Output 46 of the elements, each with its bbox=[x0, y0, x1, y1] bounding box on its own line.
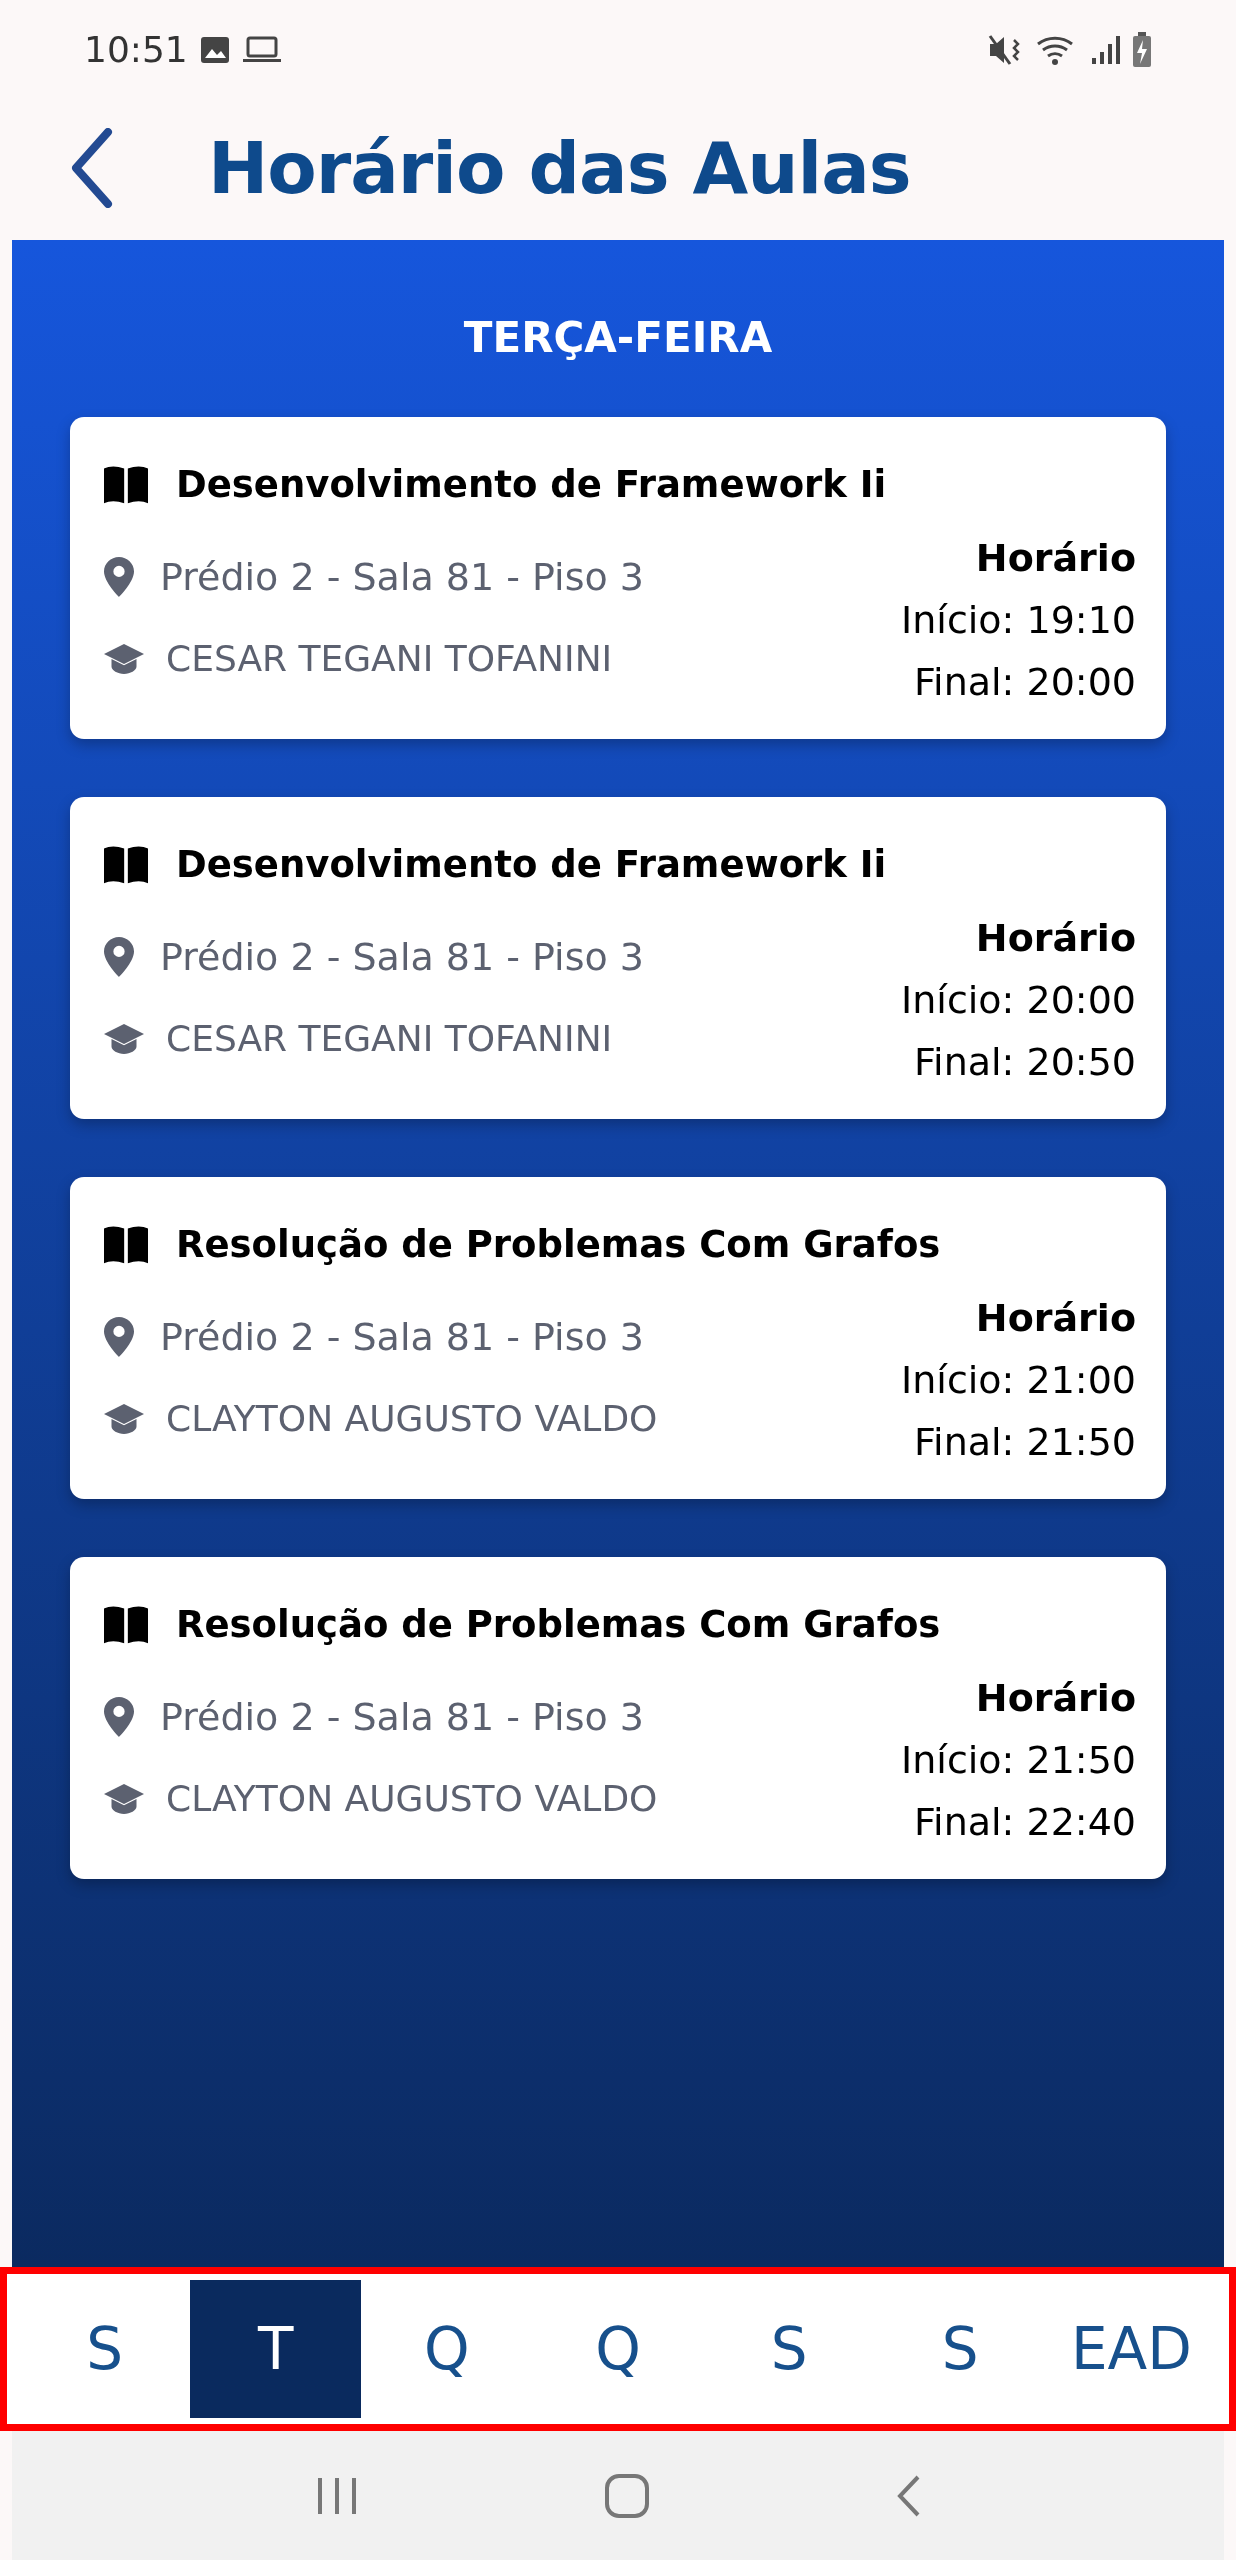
graduation-cap-icon bbox=[104, 1782, 144, 1815]
home-icon[interactable] bbox=[604, 2472, 650, 2519]
end-time: Final: 20:00 bbox=[914, 658, 1136, 706]
end-time: Final: 22:40 bbox=[914, 1798, 1136, 1846]
schedule-label: Horário bbox=[975, 534, 1136, 582]
page-title: Horário das Aulas bbox=[208, 124, 911, 212]
status-time: 10:51 bbox=[84, 27, 188, 72]
book-icon bbox=[104, 465, 148, 504]
start-time: Início: 21:50 bbox=[901, 1736, 1136, 1784]
battery-charging-icon bbox=[1132, 31, 1152, 68]
start-time: Início: 19:10 bbox=[901, 596, 1136, 644]
graduation-cap-icon bbox=[104, 1402, 144, 1435]
book-icon bbox=[104, 845, 148, 884]
start-time: Início: 20:00 bbox=[901, 976, 1136, 1024]
location-pin-icon bbox=[104, 937, 134, 977]
subject-name: Desenvolvimento de Framework Ii bbox=[176, 842, 887, 888]
subject-name: Resolução de Problemas Com Grafos bbox=[176, 1222, 941, 1268]
location-pin-icon bbox=[104, 1697, 134, 1737]
laptop-icon bbox=[241, 35, 282, 64]
schedule-label: Horário bbox=[975, 1674, 1136, 1722]
room-location: Prédio 2 - Sala 81 - Piso 3 bbox=[160, 553, 644, 601]
room-location: Prédio 2 - Sala 81 - Piso 3 bbox=[160, 1693, 644, 1741]
back-chevron-icon bbox=[70, 127, 114, 208]
day-tab[interactable]: T bbox=[190, 2280, 362, 2418]
teacher-name: CLAYTON AUGUSTO VALDO bbox=[166, 1396, 658, 1441]
end-time: Final: 21:50 bbox=[914, 1418, 1136, 1466]
room-location: Prédio 2 - Sala 81 - Piso 3 bbox=[160, 933, 644, 981]
teacher-name: CESAR TEGANI TOFANINI bbox=[166, 636, 613, 681]
subject-name: Resolução de Problemas Com Grafos bbox=[176, 1602, 941, 1648]
image-icon bbox=[199, 35, 230, 64]
signal-icon bbox=[1090, 33, 1120, 66]
schedule-label: Horário bbox=[975, 1294, 1136, 1342]
book-icon bbox=[104, 1225, 148, 1264]
teacher-name: CESAR TEGANI TOFANINI bbox=[166, 1016, 613, 1061]
graduation-cap-icon bbox=[104, 1022, 144, 1055]
location-pin-icon bbox=[104, 557, 134, 597]
location-pin-icon bbox=[104, 1317, 134, 1357]
end-time: Final: 20:50 bbox=[914, 1038, 1136, 1086]
teacher-name: CLAYTON AUGUSTO VALDO bbox=[166, 1776, 658, 1821]
room-location: Prédio 2 - Sala 81 - Piso 3 bbox=[160, 1313, 644, 1361]
graduation-cap-icon bbox=[104, 642, 144, 675]
schedule-label: Horário bbox=[975, 914, 1136, 962]
subject-name: Desenvolvimento de Framework Ii bbox=[176, 462, 887, 508]
book-icon bbox=[104, 1605, 148, 1644]
start-time: Início: 21:00 bbox=[901, 1356, 1136, 1404]
day-title: TERÇA-FEIRA bbox=[463, 312, 773, 364]
